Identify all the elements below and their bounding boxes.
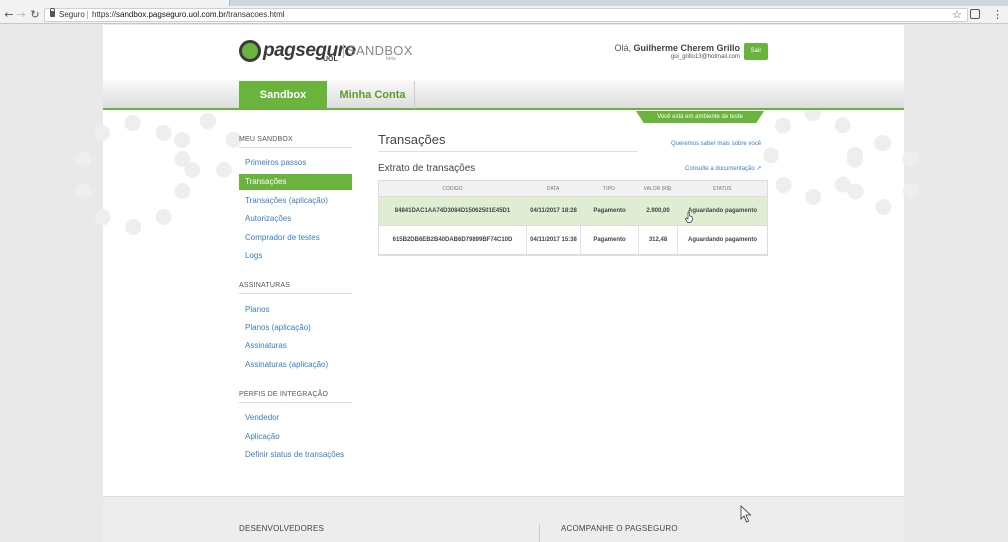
transaction-date: 04/11/2017 18:28: [526, 197, 580, 226]
footer-developers-title: DESENVOLVEDORES: [239, 524, 325, 533]
main-nav: Sandbox Minha Conta: [103, 80, 904, 110]
documentation-link[interactable]: Consulte a documentação ↗: [685, 165, 761, 172]
transaction-code[interactable]: 84841DAC1AA74D3084D15062501E45D1: [379, 197, 526, 226]
sidebar-item-planos-aplicacao[interactable]: Planos (aplicação): [245, 323, 311, 332]
table-header: CÓDIGO DATA TIPO VALOR (R$) STATUS: [379, 181, 767, 197]
footer-divider: [539, 524, 540, 542]
transaction-value: 312,48: [638, 226, 677, 255]
sidebar-item-transacoes[interactable]: Transações: [239, 174, 352, 190]
forward-icon[interactable]: →: [14, 7, 28, 23]
browser-toolbar: ← → ↻ Seguro https://sandbox.pagseguro.u…: [0, 6, 1008, 24]
sidebar-item-definir-status[interactable]: Definir status de transações: [245, 450, 344, 459]
reload-icon[interactable]: ↻: [28, 7, 42, 23]
sidebar-item-planos[interactable]: Planos: [245, 305, 269, 314]
browser-menu-icon[interactable]: ⋮: [992, 7, 1003, 23]
transaction-date: 04/11/2017 15:38: [526, 226, 580, 255]
url-path: /transacoes.html: [225, 10, 285, 19]
sidebar-item-assinaturas[interactable]: Assinaturas: [245, 341, 287, 350]
user-greeting: Olá, Guilherme Cherem Grillo: [614, 43, 740, 53]
title-divider: [378, 151, 638, 152]
sidebar-item-comprador-de-testes[interactable]: Comprador de testes: [245, 233, 320, 242]
table-row[interactable]: 615B2DB6EB2B40DAB6D79899BF74C10D 04/11/2…: [379, 226, 767, 255]
transaction-value: 2.900,00: [638, 197, 677, 226]
sidebar-divider: [239, 402, 352, 403]
sidebar-item-primeiros-passos[interactable]: Primeiros passos: [245, 158, 306, 167]
environment-banner: Você está em ambiente de teste: [636, 111, 764, 123]
site-header: pagseguro UOL SANDBOX beta Olá, Guilherm…: [103, 25, 904, 80]
tab-sandbox[interactable]: Sandbox: [239, 81, 327, 109]
logout-button[interactable]: Sair: [744, 43, 768, 60]
logo-divider: [343, 44, 344, 58]
page-container: pagseguro UOL SANDBOX beta Olá, Guilherm…: [73, 25, 923, 542]
beta-label: beta: [386, 56, 396, 62]
transaction-code[interactable]: 615B2DB6EB2B40DAB6D79899BF74C10D: [379, 226, 526, 255]
hand-cursor-icon: [685, 212, 693, 223]
url-prefix: https://: [92, 10, 117, 19]
sidebar-divider: [239, 147, 352, 148]
lock-icon: [50, 8, 55, 17]
mouse-pointer-icon: [740, 505, 752, 523]
greeting-prefix: Olá,: [614, 43, 634, 53]
column-header-data: DATA: [546, 186, 560, 192]
address-bar[interactable]: Seguro https://sandbox.pagseguro.uol.com…: [44, 8, 968, 22]
footer-follow-title: ACOMPANHE O PAGSEGURO: [561, 524, 678, 533]
sidebar-item-transacoes-aplicacao[interactable]: Transações (aplicação): [245, 196, 328, 205]
logo-text[interactable]: pagseguro: [263, 40, 356, 62]
sidebar-section-title: ASSINATURAS: [239, 282, 291, 289]
column-header-status: STATUS: [712, 186, 732, 192]
transactions-table: CÓDIGO DATA TIPO VALOR (R$) STATUS 84841…: [378, 180, 768, 256]
sidebar-item-assinaturas-aplicacao[interactable]: Assinaturas (aplicação): [245, 360, 328, 369]
url-host: sandbox.pagseguro.uol.com.br: [116, 10, 226, 19]
transaction-type: Pagamento: [580, 226, 638, 255]
user-name: Guilherme Cherem Grillo: [633, 43, 740, 53]
transaction-status: Aguardando pagamento: [677, 226, 767, 255]
background-gear-icon: [173, 113, 243, 183]
site-footer: DESENVOLVEDORES ACOMPANHE O PAGSEGURO: [103, 496, 904, 542]
external-link-icon: ↗: [756, 166, 762, 172]
sidebar-item-logs[interactable]: Logs: [245, 251, 262, 260]
documentation-link-label: Consulte a documentação: [685, 166, 755, 172]
sidebar-item-vendedor[interactable]: Vendedor: [245, 413, 279, 422]
background-gear-icon: [843, 135, 923, 215]
pagseguro-logo-icon[interactable]: [239, 40, 261, 62]
page-title: Transações: [378, 132, 446, 147]
extension-icon[interactable]: [970, 9, 980, 19]
table-row[interactable]: 84841DAC1AA74D3084D15062501E45D1 04/11/2…: [379, 197, 767, 226]
sidebar-item-autorizacoes[interactable]: Autorizações: [245, 214, 291, 223]
bookmark-star-icon[interactable]: ☆: [952, 7, 962, 23]
section-subtitle: Extrato de transações: [378, 163, 476, 174]
sidebar-divider: [239, 293, 352, 294]
column-header-valor: VALOR (R$): [643, 186, 672, 192]
url-text[interactable]: https://sandbox.pagseguro.uol.com.br/tra…: [92, 9, 285, 21]
secure-label: Seguro: [59, 10, 85, 19]
transaction-type: Pagamento: [580, 197, 638, 226]
user-email: gui_grillo13@hotmail.com: [670, 54, 740, 60]
sandbox-label: SANDBOX: [347, 43, 413, 58]
logo-uol: UOL: [323, 56, 338, 63]
omnibox-divider: [87, 11, 88, 19]
feedback-link[interactable]: Queremos saber mais sobre você: [671, 141, 761, 147]
column-header-tipo: TIPO: [603, 186, 615, 192]
sidebar-item-aplicacao[interactable]: Aplicação: [245, 432, 280, 441]
sidebar-section-title: MEU SANDBOX: [239, 136, 293, 143]
tab-minha-conta[interactable]: Minha Conta: [331, 81, 415, 109]
column-header-codigo: CÓDIGO: [442, 186, 463, 192]
sidebar-section-title: PERFIS DE INTEGRAÇÃO: [239, 391, 329, 398]
